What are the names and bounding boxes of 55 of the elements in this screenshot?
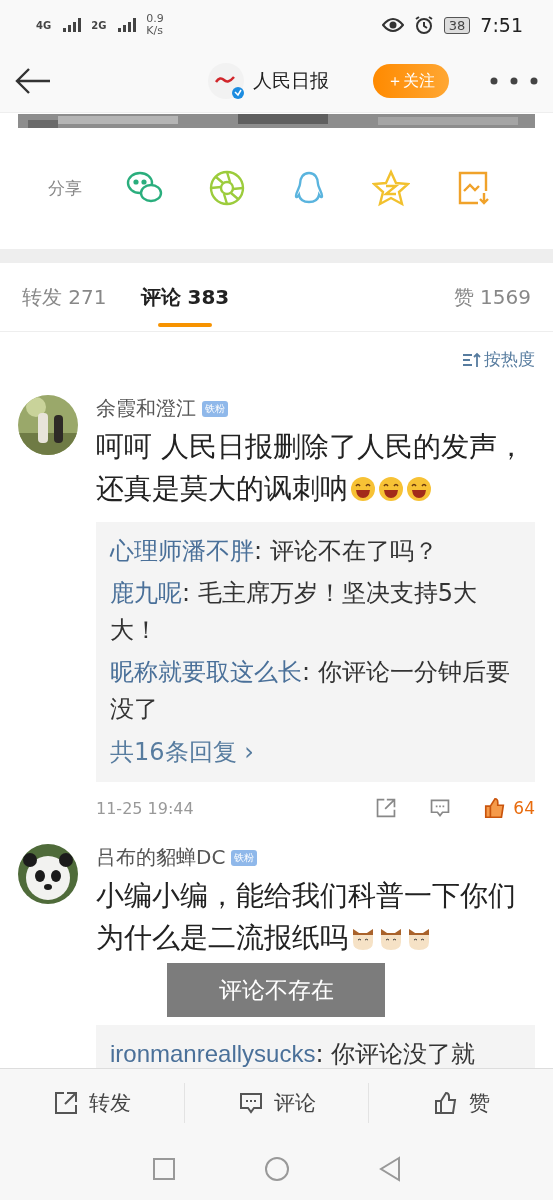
comment-icon[interactable] [429,797,452,819]
chevron: › [244,738,254,766]
reply-author[interactable]: ironmanreallysucks [110,1040,316,1067]
reply-author[interactable]: 鹿九呢 [110,579,182,606]
home-icon[interactable] [263,1155,290,1182]
action-button[interactable]: 评论 [184,1083,370,1123]
laughing-face-icon [350,476,376,502]
laughing-face-icon [406,476,432,502]
star-icon[interactable] [372,169,410,207]
reply-text: 昵称就要取这么长: 你评论一分钟后要没了 [110,657,511,725]
speed-value: 0.9 [146,13,164,25]
comment-text: 呵呵 人民日报删除了人民的发声，还真是莫大的讽刺呐 [96,429,526,507]
reply-author[interactable]: 昵称就要取这么长 [110,658,302,685]
signal-icon [61,18,82,32]
reply-author[interactable]: 心理师潘不胖 [110,537,254,564]
share-label: 分享 [48,176,82,200]
thumbs-up-icon [432,1090,459,1116]
sort-icon [462,351,482,368]
signal-icon [116,18,137,32]
comment-text: 小编小编，能给我们科普一下你们为什么是二流报纸吗 [96,878,517,956]
tab[interactable]: 评论 383 [140,263,230,331]
reply-text: 心理师潘不胖: 评论不在了吗？ [110,536,439,567]
action-button[interactable]: 转发 [0,1083,185,1123]
clock-time: 7:51 [480,14,523,36]
network-label: 2G [91,19,107,31]
speed-unit: K/s [146,25,164,37]
back-icon[interactable] [377,1155,402,1182]
recent-apps-icon[interactable] [151,1156,176,1181]
sort-button[interactable]: 按热度 [462,348,535,371]
reply-text: 鹿九呢: 毛主席万岁！坚决支持5大大！ [110,578,478,646]
fan-badge: 铁粉 [202,400,228,417]
more-icon[interactable] [489,76,539,86]
reply-text: ironmanreallysucks: 你评论没了就 [110,1039,477,1068]
user-name[interactable]: 吕布的貂蝉DC [96,844,226,871]
user-name[interactable]: 余霞和澄江 [96,395,196,422]
tab[interactable]: 赞 1569 [453,263,531,331]
comment-time: 11-25 19:44 [96,798,195,818]
network-label: 4G [36,19,52,31]
aperture-icon[interactable] [208,169,246,207]
tab[interactable]: 转发 271 [22,263,107,331]
toast-message: 评论不存在 [167,963,385,1017]
alarm-icon [413,15,434,35]
more-replies-link[interactable]: 共16条回复 › [110,732,521,772]
comment-icon [237,1090,264,1116]
fan-badge: 铁粉 [231,849,258,866]
share-icon [52,1090,79,1116]
share-icon[interactable] [375,797,398,819]
laughing-face-icon [378,476,404,502]
back-arrow-icon[interactable] [14,66,52,96]
eye-icon [381,17,404,33]
battery-level: 38 [443,16,471,34]
action-button[interactable]: 赞 [369,1083,553,1123]
account-name: 人民日报 [253,68,329,93]
like-button[interactable]: 64 [483,796,535,820]
account-logo-icon [207,62,245,100]
